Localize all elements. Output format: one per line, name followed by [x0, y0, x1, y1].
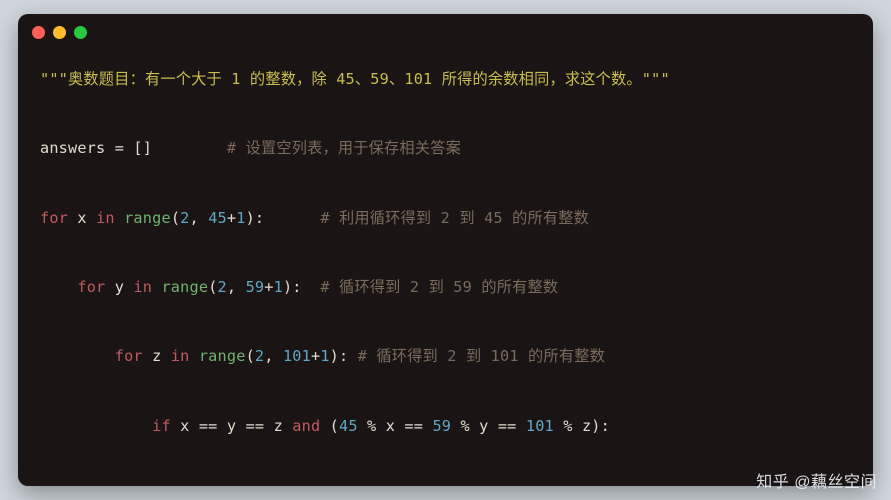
- code-text: x: [68, 209, 96, 227]
- code-text: y: [218, 417, 246, 435]
- code-text: (: [320, 417, 339, 435]
- code-text: ,: [227, 278, 246, 296]
- code-text: x: [386, 417, 405, 435]
- number: 1: [236, 209, 245, 227]
- code-text: (: [246, 347, 255, 365]
- indent: [40, 347, 115, 365]
- comment: # 利用循环得到 2 到 45 的所有整数: [320, 209, 589, 227]
- keyword: and: [292, 417, 320, 435]
- code-window: """奥数题目：有一个大于 1 的整数，除 45、59、101 所得的余数相同，…: [18, 14, 873, 486]
- func: range: [115, 209, 171, 227]
- comment: # 循环得到 2 到 101 的所有整数: [358, 347, 605, 365]
- keyword: for: [77, 278, 105, 296]
- number: 101: [283, 347, 311, 365]
- code-text: ):: [591, 417, 610, 435]
- code-text: z: [582, 417, 591, 435]
- code-text: ==: [199, 417, 218, 435]
- code-text: ==: [246, 417, 265, 435]
- code-text: ,: [190, 209, 209, 227]
- code-text: ==: [498, 417, 517, 435]
- keyword: in: [96, 209, 115, 227]
- minimize-icon[interactable]: [53, 26, 66, 39]
- close-icon[interactable]: [32, 26, 45, 39]
- code-text: %: [554, 417, 582, 435]
- number: 59: [246, 278, 265, 296]
- number: 2: [218, 278, 227, 296]
- keyword: for: [115, 347, 143, 365]
- code-text: y: [105, 278, 133, 296]
- code-text: ):: [283, 278, 302, 296]
- code-text: +: [264, 278, 273, 296]
- comment: # 设置空列表，用于保存相关答案: [227, 139, 461, 157]
- keyword: in: [171, 347, 190, 365]
- number: 45: [208, 209, 227, 227]
- keyword: in: [133, 278, 152, 296]
- code-text: y: [479, 417, 498, 435]
- watermark: 知乎 @藕丝空间: [756, 468, 877, 492]
- comment: # 循环得到 2 到 59 的所有整数: [320, 278, 558, 296]
- number: 2: [255, 347, 264, 365]
- number: 1: [320, 347, 329, 365]
- number: 45: [339, 417, 358, 435]
- func: range: [190, 347, 246, 365]
- code-text: answers: [40, 139, 115, 157]
- code-text: +: [227, 209, 236, 227]
- code-text: ,: [264, 347, 283, 365]
- zoom-icon[interactable]: [74, 26, 87, 39]
- code-text: (: [171, 209, 180, 227]
- keyword: for: [40, 209, 68, 227]
- number: 1: [274, 278, 283, 296]
- number: 59: [432, 417, 451, 435]
- number: 2: [180, 209, 189, 227]
- func: range: [152, 278, 208, 296]
- code-text: ==: [404, 417, 423, 435]
- code-text: []: [124, 139, 152, 157]
- indent: [40, 417, 152, 435]
- code-text: %: [451, 417, 479, 435]
- code-text: +: [311, 347, 320, 365]
- code-text: ):: [246, 209, 265, 227]
- indent: [40, 278, 77, 296]
- code-block: """奥数题目：有一个大于 1 的整数，除 45、59、101 所得的余数相同，…: [18, 50, 873, 486]
- code-text: z: [143, 347, 171, 365]
- window-titlebar: [18, 14, 873, 50]
- keyword: if: [152, 417, 171, 435]
- code-text: =: [115, 139, 124, 157]
- code-text: %: [358, 417, 386, 435]
- code-text: ):: [330, 347, 349, 365]
- code-text: [517, 417, 526, 435]
- code-text: (: [208, 278, 217, 296]
- number: 101: [526, 417, 554, 435]
- docstring: """奥数题目：有一个大于 1 的整数，除 45、59、101 所得的余数相同，…: [40, 70, 670, 88]
- code-text: z: [264, 417, 292, 435]
- code-text: x: [171, 417, 199, 435]
